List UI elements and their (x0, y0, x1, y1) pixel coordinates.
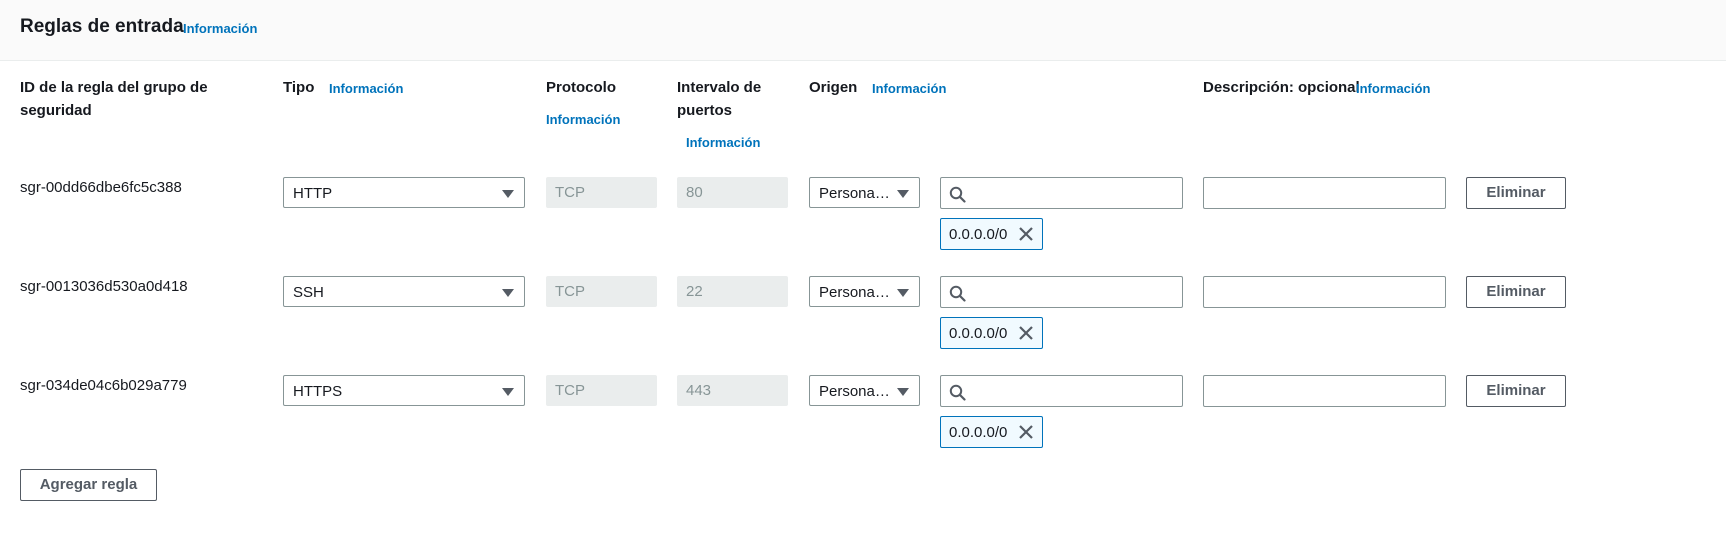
port-range-value: 443 (686, 382, 712, 399)
description-input[interactable] (1203, 375, 1446, 407)
port-range-value: 80 (686, 184, 703, 201)
source-type-select[interactable]: Persona… (809, 276, 920, 307)
column-header-source: Origen (809, 79, 858, 96)
port-range-field: 443 (677, 375, 788, 406)
source-type-select[interactable]: Persona… (809, 375, 920, 406)
protocol-field: TCP (546, 375, 657, 406)
search-icon (949, 285, 966, 302)
source-cidr-token: 0.0.0.0/0 (940, 218, 1043, 250)
delete-rule-button[interactable]: Eliminar (1466, 276, 1566, 308)
protocol-field: TCP (546, 177, 657, 208)
rule-id: sgr-00dd66dbe6fc5c388 (20, 179, 182, 196)
type-select-value: HTTPS (293, 383, 343, 400)
description-input[interactable] (1203, 276, 1446, 308)
inbound-rules-panel: Reglas de entrada Información ID de la r… (0, 0, 1726, 556)
add-rule-button[interactable]: Agregar regla (20, 469, 157, 501)
source-cidr-token: 0.0.0.0/0 (940, 317, 1043, 349)
caret-down-icon (502, 190, 514, 198)
source-type-value: Persona… (819, 284, 890, 301)
cidr-value: 0.0.0.0/0 (949, 424, 1008, 441)
protocol-value: TCP (555, 184, 585, 201)
column-header-protocol: Protocolo (546, 79, 616, 96)
source-search-input[interactable] (940, 375, 1183, 407)
caret-down-icon (897, 190, 909, 198)
type-select[interactable]: SSH (283, 276, 525, 307)
panel-header: Reglas de entrada Información (0, 0, 1726, 61)
port-range-value: 22 (686, 283, 703, 300)
source-cidr-token: 0.0.0.0/0 (940, 416, 1043, 448)
close-icon[interactable] (1018, 226, 1034, 242)
rule-id: sgr-0013036d530a0d418 (20, 278, 188, 295)
port-range-info-link[interactable]: Información (686, 135, 760, 150)
close-icon[interactable] (1018, 424, 1034, 440)
type-info-link[interactable]: Información (329, 81, 403, 96)
source-search-input[interactable] (940, 276, 1183, 308)
column-header-port-range: Intervalo de puertos (677, 79, 762, 119)
type-select[interactable]: HTTPS (283, 375, 525, 406)
caret-down-icon (502, 388, 514, 396)
delete-rule-button[interactable]: Eliminar (1466, 177, 1566, 209)
caret-down-icon (502, 289, 514, 297)
protocol-info-link[interactable]: Información (546, 112, 620, 127)
type-select-value: HTTP (293, 185, 333, 202)
source-search-input[interactable] (940, 177, 1183, 209)
protocol-value: TCP (555, 382, 585, 399)
delete-rule-button[interactable]: Eliminar (1466, 375, 1566, 407)
cidr-value: 0.0.0.0/0 (949, 325, 1008, 342)
caret-down-icon (897, 289, 909, 297)
search-icon (949, 384, 966, 401)
type-select-value: SSH (293, 284, 324, 301)
cidr-value: 0.0.0.0/0 (949, 226, 1008, 243)
rule-id: sgr-034de04c6b029a779 (20, 377, 187, 394)
source-type-value: Persona… (819, 383, 890, 400)
section-title: Reglas de entrada (20, 16, 184, 37)
source-type-value: Persona… (819, 185, 890, 202)
source-type-select[interactable]: Persona… (809, 177, 920, 208)
column-header-type: Tipo (283, 79, 315, 96)
port-range-field: 80 (677, 177, 788, 208)
description-info-link[interactable]: Información (1356, 81, 1430, 96)
type-select[interactable]: HTTP (283, 177, 525, 208)
section-info-link[interactable]: Información (183, 21, 257, 36)
protocol-value: TCP (555, 283, 585, 300)
column-header-description: Descripción: opcional (1203, 79, 1360, 96)
close-icon[interactable] (1018, 325, 1034, 341)
search-icon (949, 186, 966, 203)
protocol-field: TCP (546, 276, 657, 307)
caret-down-icon (897, 388, 909, 396)
column-header-rule-id: ID de la regla del grupo de seguridad (20, 79, 208, 119)
port-range-field: 22 (677, 276, 788, 307)
source-info-link[interactable]: Información (872, 81, 946, 96)
description-input[interactable] (1203, 177, 1446, 209)
